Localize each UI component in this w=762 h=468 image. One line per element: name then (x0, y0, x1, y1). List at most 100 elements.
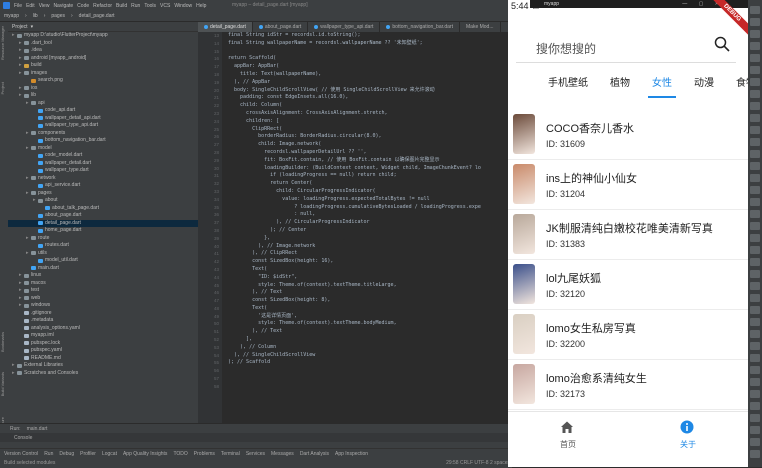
nav-about[interactable]: 关于 (628, 412, 748, 454)
emulator-control-icon[interactable] (750, 246, 760, 254)
tree-item[interactable]: wallpaper_type_api.dart (8, 122, 198, 130)
tree-item[interactable]: ▸ .idea (8, 47, 198, 55)
menu-window[interactable]: Window (174, 3, 192, 9)
run-config-tab[interactable]: main.dart (27, 426, 48, 432)
emulator-control-icon[interactable] (750, 198, 760, 206)
code-area[interactable]: final String idStr = recordsl.id.toStrin… (228, 32, 508, 423)
tool-window-button[interactable]: Version Control (4, 451, 38, 457)
list-item[interactable]: COCO香奈儿香水 ID: 31609 (508, 110, 748, 160)
tree-item[interactable]: routes.dart (8, 242, 198, 250)
emulator-control-icon[interactable] (750, 186, 760, 194)
emulator-control-icon[interactable] (750, 138, 760, 146)
build-variants-tab[interactable]: Build Variants (0, 372, 8, 396)
emulator-control-icon[interactable] (750, 114, 760, 122)
emulator-control-icon[interactable] (750, 402, 760, 410)
list-item[interactable]: lomo治愈系清纯女生 ID: 32173 (508, 360, 748, 410)
tree-item[interactable]: ▸ lib (8, 92, 198, 100)
bookmarks-tab[interactable]: Bookmarks (0, 332, 8, 352)
tree-item[interactable]: wallpaper_detail_api.dart (8, 115, 198, 123)
menu-vcs[interactable]: VCS (160, 3, 170, 9)
emulator-control-icon[interactable] (750, 342, 760, 350)
menu-file[interactable]: File (14, 3, 22, 9)
menu-build[interactable]: Build (116, 3, 127, 9)
emulator-control-icon[interactable] (750, 270, 760, 278)
tree-item[interactable]: home_page.dart (8, 227, 198, 235)
tree-item[interactable]: search.png (8, 77, 198, 85)
emulator-control-icon[interactable] (750, 126, 760, 134)
breadcrumb-item[interactable]: detail_page.dart (79, 13, 115, 19)
tree-item[interactable]: code_api.dart (8, 107, 198, 115)
emulator-control-icon[interactable] (750, 102, 760, 110)
search-bar[interactable]: 搜你想搜的 (516, 30, 736, 63)
tool-window-button[interactable]: Logcat (102, 451, 117, 457)
tree-item[interactable]: ▸ about (8, 197, 198, 205)
chevron-down-icon[interactable]: ▾ (31, 24, 34, 30)
menu-help[interactable]: Help (196, 3, 206, 9)
tree-item[interactable]: detail_page.dart (8, 219, 198, 227)
tree-item[interactable]: model_util.dart (8, 257, 198, 265)
emulator-control-icon[interactable] (750, 30, 760, 38)
tab-make-module[interactable]: Make Mod... (460, 22, 501, 32)
tree-item[interactable]: .gitignore (8, 310, 198, 318)
tree-item[interactable]: pubspec.lock (8, 340, 198, 348)
nav-home[interactable]: 首页 (508, 412, 628, 454)
tool-window-button[interactable]: Run (44, 451, 53, 457)
emulator-control-icon[interactable] (750, 222, 760, 230)
emulator-control-icon[interactable] (750, 150, 760, 158)
search-input[interactable]: 搜你想搜的 (536, 40, 596, 57)
emulator-control-icon[interactable] (750, 414, 760, 422)
tree-item[interactable]: ▸ route (8, 235, 198, 243)
menu-edit[interactable]: Edit (26, 3, 35, 9)
tab-detail-page[interactable]: detail_page.dart (198, 22, 253, 32)
project-panel-header[interactable]: Project ▾ (8, 22, 198, 32)
menu-refactor[interactable]: Refactor (93, 3, 112, 9)
emulator-control-icon[interactable] (750, 78, 760, 86)
tree-item[interactable]: .metadata (8, 317, 198, 325)
emulator-control-icon[interactable] (750, 66, 760, 74)
tree-item[interactable]: ▸ .dart_tool (8, 40, 198, 48)
emulator-control-icon[interactable] (750, 54, 760, 62)
tab-about-page[interactable]: about_page.dart (253, 22, 309, 32)
tree-item[interactable]: wallpaper_detail.dart (8, 160, 198, 168)
tree-item[interactable]: ▸ api (8, 100, 198, 108)
list-item[interactable]: ins上的神仙小仙女 ID: 31204 (508, 160, 748, 210)
emulator-control-icon[interactable] (750, 366, 760, 374)
tool-window-button[interactable]: Terminal (221, 451, 240, 457)
tree-item[interactable]: main.dart (8, 265, 198, 273)
emulator-control-icon[interactable] (750, 6, 760, 14)
tree-item[interactable]: ▸ myapp D:\studio\FlutterProject\myapp (8, 32, 198, 40)
tree-item[interactable]: ▸ web (8, 295, 198, 303)
menu-run[interactable]: Run (131, 3, 140, 9)
breadcrumb-item[interactable]: lib (33, 13, 38, 19)
menu-tools[interactable]: Tools (144, 3, 156, 9)
emulator-control-icon[interactable] (750, 318, 760, 326)
emulator-control-icon[interactable] (750, 354, 760, 362)
tree-item[interactable]: ▸ test (8, 287, 198, 295)
tab-category-wallpaper[interactable]: 手机壁纸 (548, 70, 588, 98)
tree-item[interactable]: analysis_options.yaml (8, 325, 198, 333)
list-item[interactable]: JK制服清纯白嫩校花唯美清新写真 ID: 31383 (508, 210, 748, 260)
tree-item[interactable]: ▸ linux (8, 272, 198, 280)
tree-item[interactable]: ▸ ios (8, 85, 198, 93)
tree-item[interactable]: ▸ model (8, 145, 198, 153)
tree-item[interactable]: wallpaper_type.dart (8, 167, 198, 175)
tab-category-anime[interactable]: 动漫 (694, 70, 714, 98)
resource-manager-tab[interactable]: Resource Manager (0, 26, 8, 60)
tree-item[interactable]: api_service.dart (8, 182, 198, 190)
emulator-control-icon[interactable] (750, 426, 760, 434)
tab-category-plants[interactable]: 植物 (610, 70, 630, 98)
tool-window-button[interactable]: Profiler (80, 451, 96, 457)
tree-item[interactable]: ▸ android [myapp_android] (8, 55, 198, 63)
menu-code[interactable]: Code (77, 3, 89, 9)
emulator-control-icon[interactable] (750, 450, 760, 458)
tree-item[interactable]: ▸ Scratches and Consoles (8, 370, 198, 378)
tool-window-button[interactable]: Problems (194, 451, 215, 457)
tool-window-button[interactable]: Messages (271, 451, 294, 457)
tool-window-button[interactable]: Services (246, 451, 265, 457)
emulator-control-icon[interactable] (750, 282, 760, 290)
tree-item[interactable]: README.md (8, 355, 198, 363)
emulator-control-icon[interactable] (750, 378, 760, 386)
tab-wallpaper-type-api[interactable]: wallpaper_type_api.dart (308, 22, 381, 32)
tree-item[interactable]: ▸ macos (8, 280, 198, 288)
list-item[interactable]: lol九尾妖狐 ID: 32120 (508, 260, 748, 310)
